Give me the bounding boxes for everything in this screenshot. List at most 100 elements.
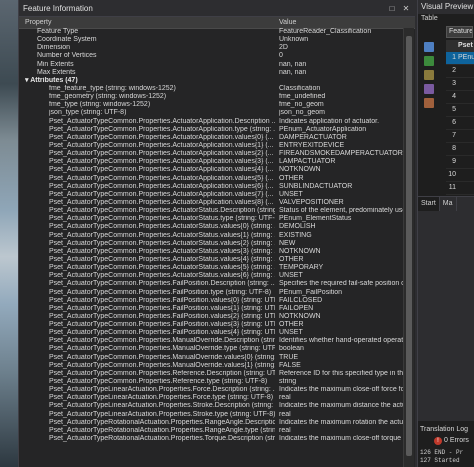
scrollbar-thumb[interactable]	[406, 36, 412, 456]
property-row[interactable]: Pset_ActuatorTypeCommon.Properties.Actua…	[19, 126, 403, 134]
columns-icon[interactable]	[424, 84, 434, 94]
property-name: Pset_ActuatorTypeCommon.Properties.Actua…	[49, 158, 274, 166]
property-row[interactable]: Coordinate System Unknown	[19, 36, 403, 44]
property-row[interactable]: Pset_ActuatorTypeCommon.Properties.Manua…	[19, 337, 403, 345]
grid-row[interactable]: 4	[446, 91, 474, 104]
grid-row[interactable]: 6	[446, 117, 474, 130]
property-row[interactable]: Pset_ActuatorTypeCommon.Properties.FailP…	[19, 329, 403, 337]
row-index: 10	[448, 171, 456, 178]
property-row[interactable]: Pset_ActuatorTypeCommon.Properties.Actua…	[19, 199, 403, 207]
property-row[interactable]: Pset_ActuatorTypeCommon.Properties.Actua…	[19, 248, 403, 256]
property-row[interactable]: Pset_ActuatorTypeCommon.Properties.Actua…	[19, 134, 403, 142]
property-name: Pset_ActuatorTypeCommon.Properties.Actua…	[49, 231, 275, 239]
property-name: Pset_ActuatorTypeCommon.Properties.Actua…	[49, 215, 275, 223]
property-row[interactable]: Feature Type FeatureReader_Classification	[19, 28, 403, 36]
grid-row[interactable]: 5	[446, 104, 474, 117]
property-row[interactable]: Pset_ActuatorTypeCommon.Properties.Actua…	[19, 223, 403, 231]
tab-start[interactable]: Start	[418, 197, 440, 211]
close-icon[interactable]: ✕	[401, 3, 411, 13]
sort-icon[interactable]	[424, 56, 434, 66]
property-row[interactable]: Pset_ActuatorTypeCommon.Properties.Actua…	[19, 207, 403, 215]
property-row[interactable]: Pset_ActuatorTypeRotationalActuation.Pro…	[19, 427, 403, 435]
property-row[interactable]: Pset_ActuatorTypeCommon.Properties.Manua…	[19, 345, 403, 353]
grid-row[interactable]: 11	[446, 182, 474, 195]
preview-toolbar	[418, 38, 444, 112]
property-name: Pset_ActuatorTypeCommon.Properties.Actua…	[49, 133, 274, 141]
grid-column-header[interactable]: Pset	[446, 40, 474, 52]
property-row[interactable]: json_type (string: UTF-8) json_no_geom	[19, 109, 403, 117]
property-row[interactable]: fme_feature_type (string: windows-1252) C…	[19, 85, 403, 93]
property-name: Pset_ActuatorTypeCommon.Properties.Manua…	[49, 353, 275, 361]
property-row[interactable]: Pset_ActuatorTypeCommon.Properties.Actua…	[19, 166, 403, 174]
row-index: 11	[448, 184, 456, 191]
property-row[interactable]: Max Extents nan, nan	[19, 69, 403, 77]
property-row[interactable]: Pset_ActuatorTypeCommon.Properties.Actua…	[19, 118, 403, 126]
property-row[interactable]: Pset_ActuatorTypeCommon.Properties.FailP…	[19, 297, 403, 305]
property-row[interactable]: Pset_ActuatorTypeCommon.Properties.Manua…	[19, 354, 403, 362]
export-icon[interactable]	[424, 98, 434, 108]
property-row[interactable]: Pset_ActuatorTypeLinearActuation.Propert…	[19, 394, 403, 402]
property-row[interactable]: Number of Vertices 0	[19, 52, 403, 60]
property-name: fme_feature_type (string: windows-1252)	[49, 84, 176, 92]
property-row[interactable]: Pset_ActuatorTypeLinearActuation.Propert…	[19, 402, 403, 410]
property-value: FeatureReader_Classification	[279, 28, 372, 35]
tab-ma[interactable]: Ma	[440, 197, 457, 211]
property-row[interactable]: Pset_ActuatorTypeCommon.Properties.FailP…	[19, 305, 403, 313]
property-value: real	[279, 394, 291, 402]
errors-filter[interactable]: ! 0 Errors	[434, 436, 469, 445]
table-view-icon[interactable]	[424, 42, 434, 52]
property-row[interactable]: Pset_ActuatorTypeCommon.Properties.Actua…	[19, 183, 403, 191]
property-name: Pset_ActuatorTypeCommon.Properties.FailP…	[49, 288, 272, 296]
grid-row[interactable]: 3	[446, 78, 474, 91]
row-index: 7	[452, 132, 456, 139]
property-row[interactable]: Pset_ActuatorTypeCommon.Properties.Actua…	[19, 215, 403, 223]
column-header-value[interactable]: Value	[279, 19, 296, 26]
grid-row[interactable]: 1 PEnu	[446, 52, 474, 65]
property-row[interactable]: Pset_ActuatorTypeCommon.Properties.Actua…	[19, 142, 403, 150]
property-value: FAILOPEN	[279, 304, 314, 312]
property-row[interactable]: Pset_ActuatorTypeRotationalActuation.Pro…	[19, 419, 403, 427]
float-panel-icon[interactable]: □	[387, 3, 397, 13]
property-row[interactable]: Pset_ActuatorTypeCommon.Properties.Actua…	[19, 240, 403, 248]
vertical-scrollbar[interactable]	[403, 28, 414, 467]
property-row[interactable]: Pset_ActuatorTypeCommon.Properties.Actua…	[19, 256, 403, 264]
property-name: Pset_ActuatorTypeCommon.Properties.FailP…	[49, 312, 275, 320]
grid-row[interactable]: 9	[446, 156, 474, 169]
property-row[interactable]: fme_type (string: windows-1252) fme_no_ge…	[19, 101, 403, 109]
property-row[interactable]: Pset_ActuatorTypeRotationalActuation.Pro…	[19, 435, 403, 443]
property-row[interactable]: Pset_ActuatorTypeCommon.Properties.Actua…	[19, 191, 403, 199]
filter-icon[interactable]	[424, 70, 434, 80]
property-row[interactable]: Dimension 2D	[19, 44, 403, 52]
property-value: Reference ID for this specified type in …	[279, 369, 403, 377]
property-row[interactable]: Pset_ActuatorTypeCommon.Properties.Refer…	[19, 378, 403, 386]
property-row[interactable]: Pset_ActuatorTypeCommon.Properties.Actua…	[19, 232, 403, 240]
property-row[interactable]: Pset_ActuatorTypeCommon.Properties.FailP…	[19, 313, 403, 321]
column-header-property[interactable]: Property	[25, 19, 51, 26]
property-row[interactable]: Pset_ActuatorTypeCommon.Properties.FailP…	[19, 280, 403, 288]
property-name: Pset_ActuatorTypeCommon.Properties.Actua…	[49, 125, 275, 133]
grid-row[interactable]: 2	[446, 65, 474, 78]
grid-row[interactable]: 8	[446, 143, 474, 156]
property-row[interactable]: Pset_ActuatorTypeCommon.Properties.Refer…	[19, 370, 403, 378]
property-value: PEnum_ElementStatus	[279, 215, 352, 223]
property-row[interactable]: Pset_ActuatorTypeCommon.Properties.Actua…	[19, 158, 403, 166]
property-row[interactable]: Pset_ActuatorTypeCommon.Properties.FailP…	[19, 289, 403, 297]
property-row[interactable]: fme_geometry (string: windows-1252) fme_u…	[19, 93, 403, 101]
property-row[interactable]: Min Extents nan, nan	[19, 61, 403, 69]
property-row[interactable]: Pset_ActuatorTypeLinearActuation.Propert…	[19, 411, 403, 419]
property-value: json_no_geom	[279, 109, 325, 117]
property-row[interactable]: Pset_ActuatorTypeCommon.Properties.FailP…	[19, 321, 403, 329]
property-row[interactable]: Pset_ActuatorTypeCommon.Properties.Actua…	[19, 175, 403, 183]
grid-row[interactable]: 7	[446, 130, 474, 143]
property-row[interactable]: Pset_ActuatorTypeCommon.Properties.Actua…	[19, 272, 403, 280]
grid-row[interactable]: 10	[446, 169, 474, 182]
property-name: Pset_ActuatorTypeCommon.Properties.FailP…	[49, 280, 275, 288]
property-name: Pset_ActuatorTypeCommon.Properties.FailP…	[49, 321, 275, 329]
property-value: nan, nan	[279, 68, 307, 76]
property-row[interactable]: Pset_ActuatorTypeCommon.Properties.Actua…	[19, 150, 403, 158]
property-row[interactable]: Pset_ActuatorTypeCommon.Properties.Actua…	[19, 264, 403, 272]
attributes-section-row[interactable]: ▾ Attributes (47)	[19, 77, 403, 85]
property-row[interactable]: Pset_ActuatorTypeLinearActuation.Propert…	[19, 386, 403, 394]
property-row[interactable]: Pset_ActuatorTypeCommon.Properties.Manua…	[19, 362, 403, 370]
table-dropdown[interactable]: FeatureRe...	[446, 26, 473, 38]
